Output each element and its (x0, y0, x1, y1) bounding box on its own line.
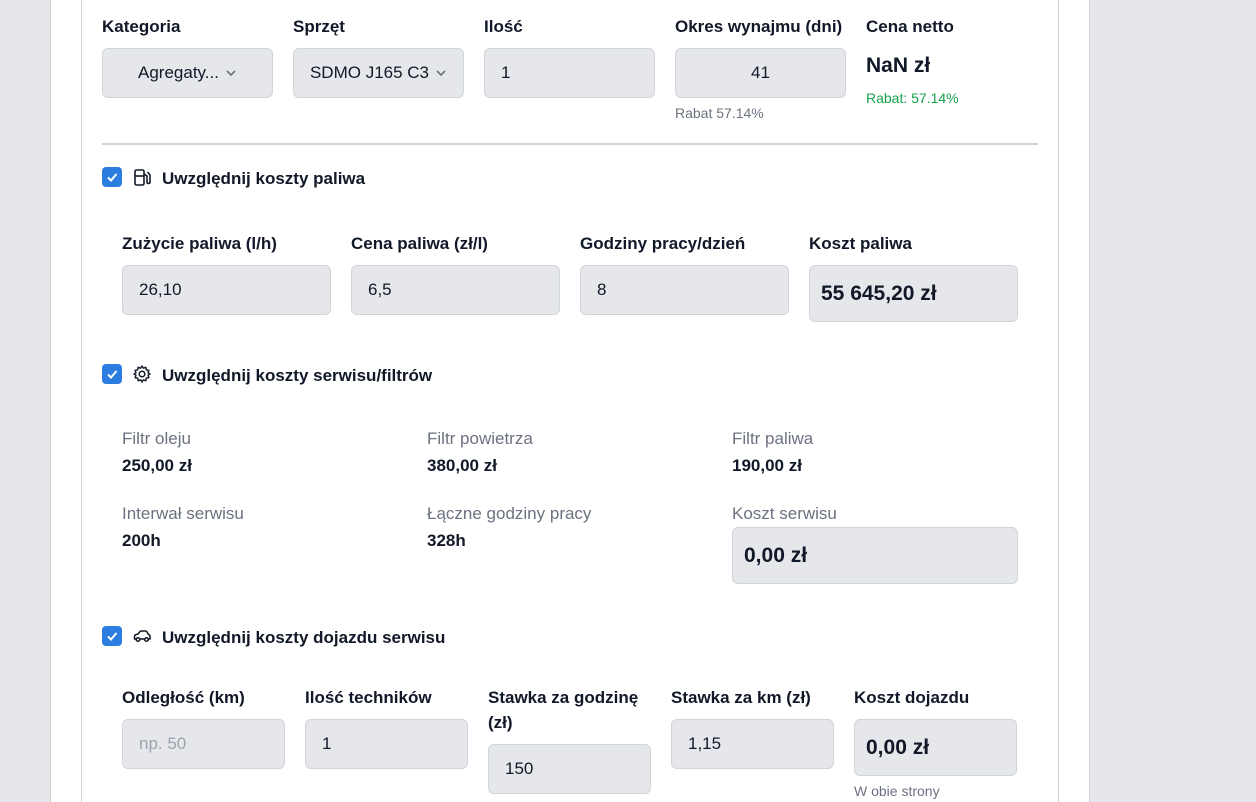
fuel-consumption-input[interactable]: 26,10 (122, 265, 331, 315)
service-interval-label: Interwał serwisu (122, 504, 244, 523)
category-select-value: Agregaty... (138, 63, 219, 82)
service-cost-label: Koszt serwisu (732, 504, 837, 523)
quantity-label: Ilość (484, 17, 523, 36)
checkmark-icon (107, 632, 118, 641)
work-hours-label: Godziny pracy/dzień (580, 234, 746, 253)
fuel-costs-checkbox[interactable] (102, 167, 122, 187)
technicians-label: Ilość techników (305, 688, 432, 707)
equipment-label: Sprzęt (293, 17, 345, 36)
travel-cost-value: 0,00 zł (854, 719, 1017, 776)
section-divider (102, 143, 1038, 145)
rental-period-input[interactable]: 41 (675, 48, 846, 98)
service-cost-value: 0,00 zł (732, 527, 1018, 584)
fuel-price-input[interactable]: 6,5 (351, 265, 560, 315)
air-filter-label: Filtr powietrza (427, 429, 533, 448)
service-costs-title: Uwzględnij koszty serwisu/filtrów (162, 366, 433, 385)
fuel-cost-label: Koszt paliwa (809, 234, 912, 253)
gear-icon (133, 365, 151, 383)
hourly-rate-input[interactable]: 150 (488, 744, 651, 794)
oil-filter-label: Filtr oleju (122, 429, 191, 448)
chevron-down-icon (436, 70, 446, 77)
net-price-label: Cena netto (866, 17, 954, 36)
hourly-rate-label: Stawka za godzinę (zł) (488, 688, 639, 732)
calculator-card (81, 0, 1059, 802)
chevron-down-icon (226, 70, 236, 77)
rental-period-discount: Rabat 57.14% (675, 105, 764, 121)
fuel-cost-value: 55 645,20 zł (809, 265, 1018, 322)
checkmark-icon (107, 173, 118, 182)
total-hours-value: 328h (427, 531, 466, 550)
fuel-pump-icon (134, 169, 151, 186)
page-background-right (1090, 0, 1256, 802)
page-background-left (0, 0, 50, 802)
fuel-consumption-label: Zużycie paliwa (l/h) (122, 234, 277, 253)
car-icon (133, 630, 151, 643)
distance-input[interactable]: np. 50 (122, 719, 285, 769)
equipment-select-value: SDMO J165 C3 (309, 63, 430, 82)
km-rate-label: Stawka za km (zł) (671, 688, 811, 707)
category-label: Kategoria (102, 17, 181, 36)
rental-period-label: Okres wynajmu (dni) (675, 17, 843, 36)
travel-costs-title: Uwzględnij koszty dojazdu serwisu (162, 628, 446, 647)
quantity-input[interactable]: 1 (484, 48, 655, 98)
travel-cost-label: Koszt dojazdu (854, 688, 970, 707)
service-costs-checkbox[interactable] (102, 364, 122, 384)
travel-costs-checkbox[interactable] (102, 626, 122, 646)
air-filter-value: 380,00 zł (427, 456, 497, 475)
fuel-costs-title: Uwzględnij koszty paliwa (162, 169, 366, 188)
equipment-select[interactable]: SDMO J165 C3 (293, 48, 464, 98)
checkmark-icon (107, 370, 118, 379)
net-price-value: NaN zł (866, 54, 931, 77)
travel-cost-note: W obie strony (854, 783, 940, 799)
fuel-filter-value: 190,00 zł (732, 456, 802, 475)
fuel-price-label: Cena paliwa (zł/l) (351, 234, 488, 253)
work-hours-input[interactable]: 8 (580, 265, 789, 315)
oil-filter-value: 250,00 zł (122, 456, 192, 475)
net-price-discount: Rabat: 57.14% (866, 90, 959, 106)
category-select[interactable]: Agregaty... (102, 48, 273, 98)
distance-label: Odległość (km) (122, 688, 245, 707)
technicians-input[interactable]: 1 (305, 719, 468, 769)
fuel-filter-label: Filtr paliwa (732, 429, 814, 448)
service-interval-value: 200h (122, 531, 161, 550)
km-rate-input[interactable]: 1,15 (671, 719, 834, 769)
total-hours-label: Łączne godziny pracy (427, 504, 592, 523)
